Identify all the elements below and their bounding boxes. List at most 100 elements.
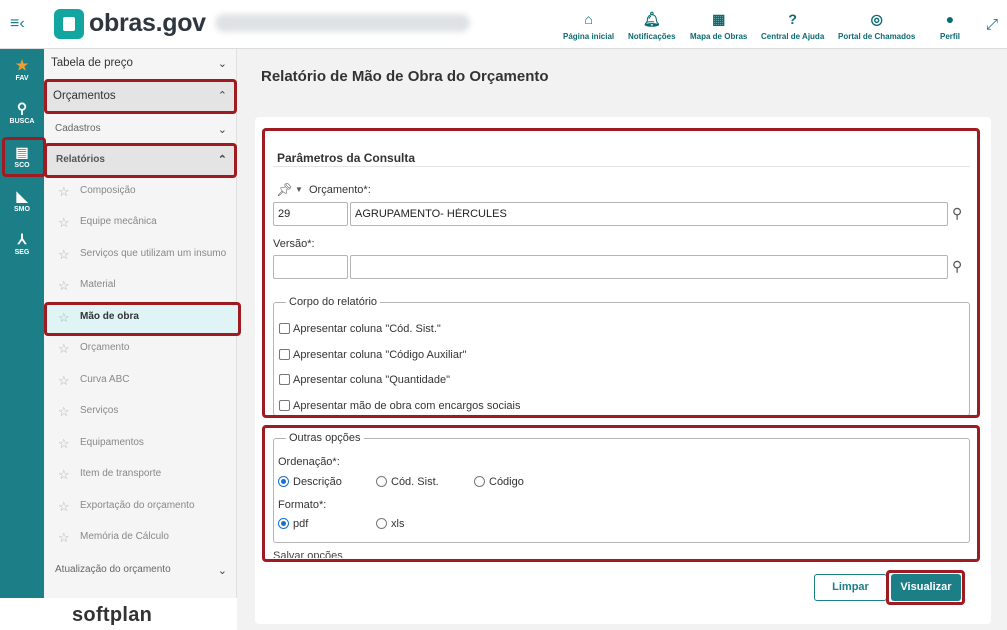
star-icon[interactable]: ☆ <box>58 373 70 389</box>
checkbox-label: Apresentar coluna "Cód. Sist." <box>293 323 441 335</box>
menu-collapse-icon[interactable]: ≡‹ <box>10 15 32 33</box>
nav-help[interactable]: ? Central de Ajuda <box>761 10 824 41</box>
left-rail <box>0 49 44 598</box>
sidebar-item-tabela-preco[interactable]: Tabela de preço ⌄ <box>45 57 237 70</box>
help-icon: ? <box>788 11 797 27</box>
sidebar-item-cadastros[interactable]: Cadastros ⌄ <box>45 123 237 136</box>
sidebar-item-orcamento[interactable]: Orçamento <box>80 342 129 353</box>
salvar-opcoes-link[interactable]: Salvar opções <box>273 550 343 558</box>
star-icon[interactable]: ☆ <box>58 247 70 263</box>
expand-icon[interactable]: ⤢ <box>986 16 998 33</box>
section-divider <box>273 166 970 167</box>
nav-tickets[interactable]: ◎ Portal de Chamados <box>838 10 915 41</box>
radio-formato-pdf[interactable] <box>278 518 289 529</box>
versao-code-input[interactable] <box>273 255 348 279</box>
checkbox-codigo-auxiliar[interactable] <box>279 349 290 360</box>
nav-help-label: Central de Ajuda <box>761 32 825 41</box>
rail-seg[interactable]: ⅄ SEG <box>0 231 44 256</box>
rail-busca-label: BUSCA <box>9 118 35 125</box>
sidebar-item-equipe-mecanica[interactable]: Equipe mecânica <box>80 216 157 227</box>
star-icon[interactable]: ☆ <box>58 278 70 294</box>
radio-ordenacao-descricao[interactable] <box>278 476 289 487</box>
blurred-environment-label <box>215 14 470 32</box>
star-icon[interactable]: ☆ <box>58 499 70 515</box>
sco-icon: ▤ <box>15 144 29 160</box>
radio-label: Código <box>489 476 524 488</box>
radio-ordenacao-cod-sist[interactable] <box>376 476 387 487</box>
nav-home[interactable]: ⌂ Página inicial <box>563 10 614 41</box>
radio-label: pdf <box>293 518 309 530</box>
nav-map[interactable]: ▦ Mapa de Obras <box>690 10 747 41</box>
sidebar-item-curva-abc[interactable]: Curva ABC <box>80 374 129 385</box>
visualizar-button[interactable]: Visualizar <box>891 574 961 601</box>
versao-name-input[interactable] <box>350 255 948 279</box>
ruler-icon: ◣ <box>16 188 28 204</box>
sidebar-item-relatorios[interactable]: Relatórios ⌃ <box>45 154 237 166</box>
nav-home-label: Página inicial <box>563 32 615 41</box>
checkbox-cod-sist[interactable] <box>279 323 290 334</box>
star-icon[interactable]: ☆ <box>58 215 70 231</box>
bell-icon: 🔔︎ <box>642 11 661 27</box>
rail-smo-label: SMO <box>14 206 30 213</box>
rail-sco[interactable]: ▤ SCO <box>0 144 44 169</box>
sidebar-item-exportacao[interactable]: Exportação do orçamento <box>80 500 195 511</box>
home-icon: ⌂ <box>584 11 593 27</box>
search-icon: ⚲ <box>16 100 28 116</box>
sidebar-item-memoria-calculo[interactable]: Memória de Cálculo <box>80 531 169 542</box>
sidebar-item-label: Relatórios <box>56 154 105 165</box>
star-icon[interactable]: ☆ <box>58 310 70 326</box>
star-icon[interactable]: ☆ <box>58 184 70 200</box>
nav-notifications-label: Notificações <box>628 32 676 41</box>
star-icon[interactable]: ☆ <box>58 341 70 357</box>
sidebar-item-mao-de-obra[interactable]: Mão de obra <box>80 311 139 322</box>
map-icon: ▦ <box>712 11 726 27</box>
star-icon[interactable]: ☆ <box>58 404 70 420</box>
softplan-logo: softplan <box>72 604 153 626</box>
checkbox-quantidade[interactable] <box>279 374 290 385</box>
ordenacao-label: Ordenação*: <box>278 456 340 468</box>
radio-label: Cód. Sist. <box>391 476 439 488</box>
salvar-opcoes-label: Salvar opções <box>273 550 343 558</box>
search-icon[interactable]: ⚲ <box>952 205 962 222</box>
sidebar-item-servicos[interactable]: Serviços <box>80 405 118 416</box>
nav-notifications[interactable]: 🔔︎ Notificações <box>628 10 676 41</box>
orcamento-name-input[interactable] <box>350 202 948 226</box>
sidebar-item-orcamentos[interactable]: Orçamentos ⌃ <box>45 90 237 102</box>
pin-icon[interactable]: 📌︎ <box>276 182 293 198</box>
star-icon: ★ <box>15 57 29 73</box>
rail-fav[interactable]: ★ FAV <box>0 57 44 82</box>
search-icon[interactable]: ⚲ <box>952 258 962 275</box>
sidebar-item-equipamentos[interactable]: Equipamentos <box>80 437 144 448</box>
checkbox-encargos[interactable] <box>279 400 290 411</box>
star-icon[interactable]: ☆ <box>58 467 70 483</box>
outras-opcoes-legend: Outras opções <box>286 432 364 444</box>
sidebar-item-item-transporte[interactable]: Item de transporte <box>80 468 161 479</box>
formato-label: Formato*: <box>278 499 327 511</box>
chevron-down-icon: ⌄ <box>217 58 227 70</box>
rail-smo[interactable]: ◣ SMO <box>0 188 44 213</box>
versao-label: Versão*: <box>273 238 315 250</box>
radio-label: Descrição <box>293 476 342 488</box>
nav-profile[interactable]: ● Perfil <box>940 10 960 41</box>
lifebuoy-icon: ◎ <box>870 11 883 27</box>
chevron-up-icon: ⌃ <box>217 154 227 166</box>
logo-icon <box>54 9 84 39</box>
selected-item-bg <box>47 304 238 334</box>
star-icon[interactable]: ☆ <box>58 530 70 546</box>
caret-down-icon[interactable]: ▼ <box>295 185 303 194</box>
sidebar-item-label: Atualização do orçamento <box>55 564 171 575</box>
radio-label: xls <box>391 518 405 530</box>
page-title: Relatório de Mão de Obra do Orçamento <box>261 68 549 85</box>
sidebar-item-servicos-insumo[interactable]: Serviços que utilizam um insumo <box>80 248 226 259</box>
star-icon[interactable]: ☆ <box>58 436 70 452</box>
radio-formato-xls[interactable] <box>376 518 387 529</box>
orcamento-code-input[interactable] <box>273 202 348 226</box>
sidebar-item-label: Cadastros <box>55 123 101 134</box>
sidebar-item-atualizacao[interactable]: Atualização do orçamento ⌄ <box>45 564 237 577</box>
radio-ordenacao-codigo[interactable] <box>474 476 485 487</box>
sidebar-item-composicao[interactable]: Composição <box>80 185 136 196</box>
limpar-button[interactable]: Limpar <box>814 574 887 601</box>
rail-busca[interactable]: ⚲ BUSCA <box>0 100 44 125</box>
sidebar-item-material[interactable]: Material <box>80 279 116 290</box>
chevron-up-icon: ⌃ <box>217 90 227 102</box>
